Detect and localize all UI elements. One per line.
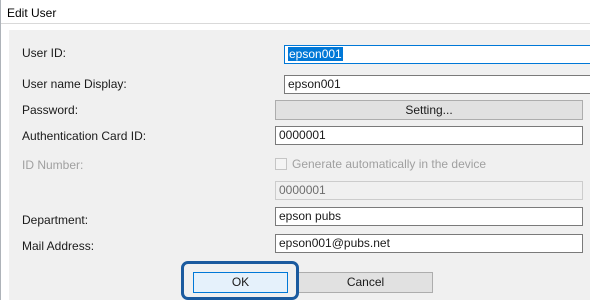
id-number-input: 0000001: [275, 181, 583, 200]
mail-address-input[interactable]: epson001@pubs.net: [275, 234, 583, 253]
cancel-button[interactable]: Cancel: [298, 272, 433, 293]
generate-automatically-checkbox[interactable]: [275, 158, 287, 170]
department-input[interactable]: epson pubs: [275, 207, 583, 226]
generate-automatically-label: Generate automatically in the device: [292, 157, 487, 171]
user-id-input[interactable]: epson001: [284, 45, 590, 64]
mail-address-label: Mail Address:: [22, 239, 95, 253]
edit-user-dialog: Edit User User ID: epson001 User name Di…: [0, 0, 590, 300]
user-name-display-label: User name Display:: [22, 77, 127, 91]
auth-card-id-label: Authentication Card ID:: [22, 129, 147, 143]
id-number-label: ID Number:: [22, 158, 84, 172]
user-id-value: epson001: [288, 47, 343, 61]
password-label: Password:: [22, 103, 79, 117]
password-setting-button[interactable]: Setting...: [275, 100, 583, 120]
user-name-display-input[interactable]: epson001: [284, 75, 590, 94]
auth-card-id-input[interactable]: 0000001: [275, 126, 583, 145]
form-panel: User ID: epson001 User name Display: eps…: [9, 30, 590, 300]
department-label: Department:: [22, 213, 89, 227]
ok-button-highlight: [181, 261, 299, 300]
title-bar: Edit User: [1, 0, 590, 24]
window-title: Edit User: [7, 6, 57, 20]
user-id-label: User ID:: [22, 46, 67, 60]
